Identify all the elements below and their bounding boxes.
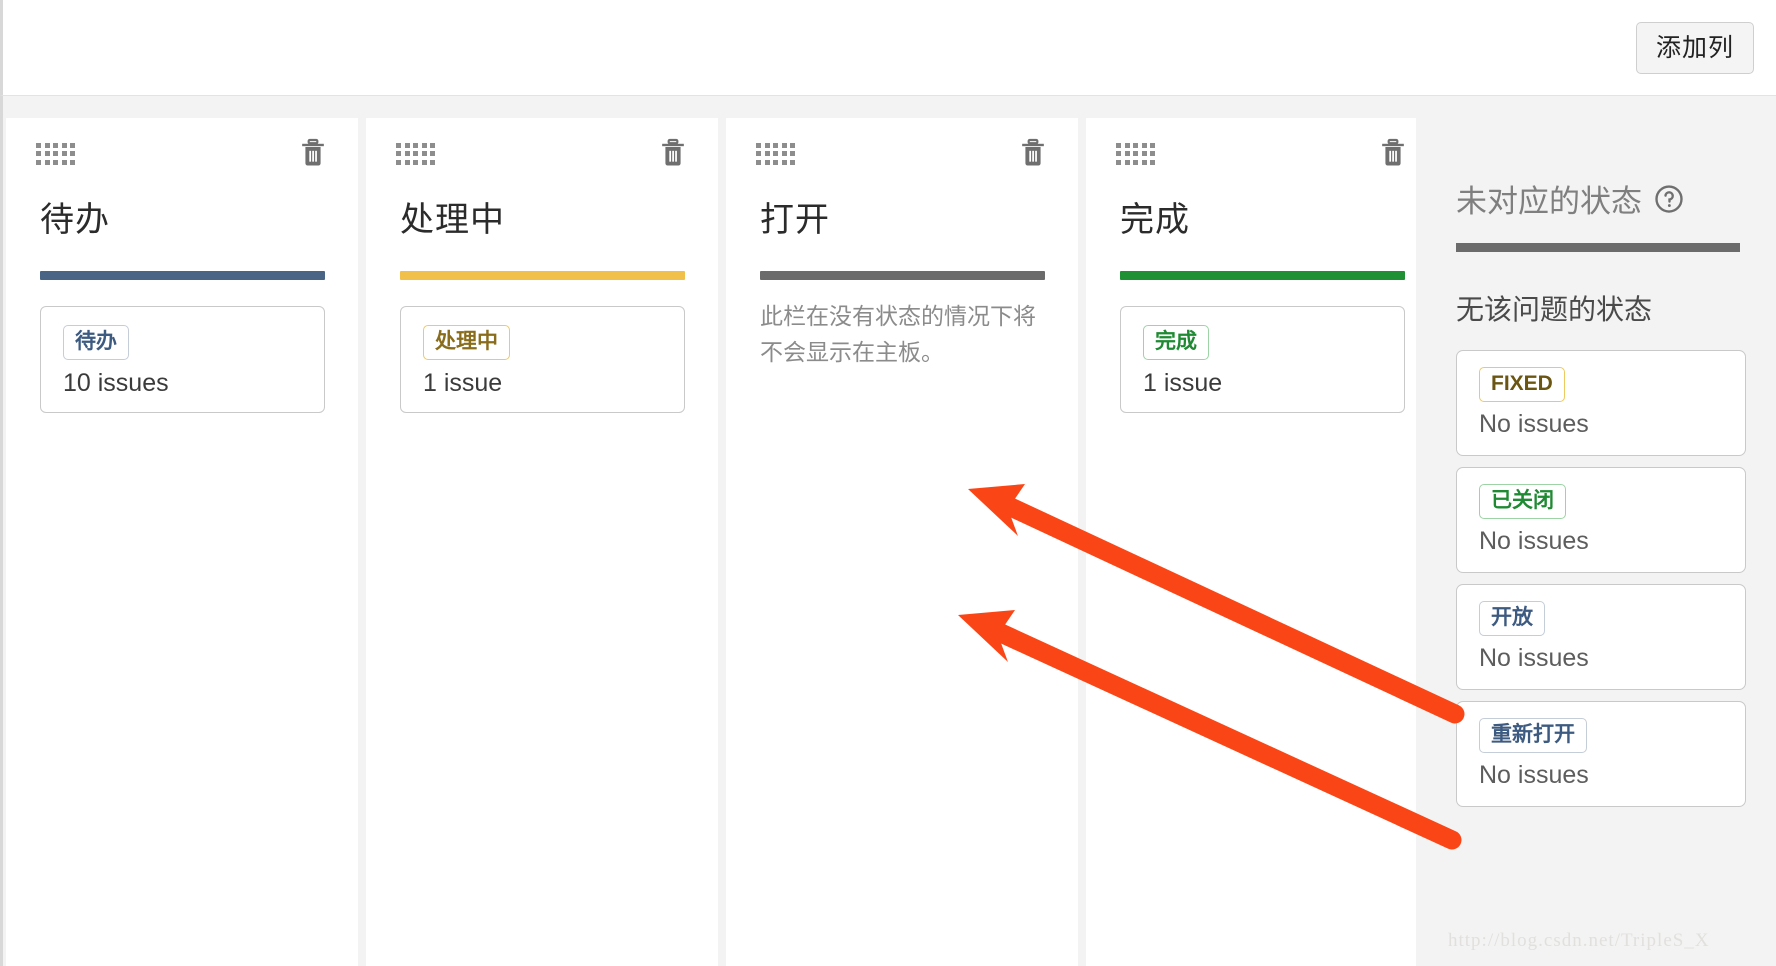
column-title: 完成	[1120, 201, 1190, 239]
issue-count: 10 issues	[63, 369, 169, 398]
unmapped-status-card[interactable]: 重新打开 No issues	[1456, 701, 1746, 807]
issue-count: 1 issue	[423, 369, 503, 398]
status-badge: 处理中	[423, 325, 510, 361]
unmapped-statuses-title: 未对应的状态	[1456, 176, 1776, 221]
board-column-open[interactable]: 打开 此栏在没有状态的情况下将不会显示在主板。	[726, 118, 1078, 966]
unmapped-status-list: FIXED No issues 已关闭 No issues 开放 No issu…	[1456, 350, 1776, 807]
column-title: 打开	[760, 201, 830, 239]
column-title: 待办	[40, 201, 110, 239]
watermark-text: http://blog.csdn.net/TripleS_X	[1448, 930, 1710, 951]
column-title: 处理中	[400, 201, 505, 239]
column-header	[6, 118, 358, 184]
unmapped-statuses-panel: 未对应的状态 无该问题的状态 FIXED No issues 已关闭 No is…	[1416, 96, 1776, 966]
column-header	[366, 118, 718, 184]
status-badge: 重新打开	[1479, 718, 1587, 754]
trash-icon[interactable]	[1380, 138, 1406, 168]
board-column-todo[interactable]: 待办 待办 10 issues	[6, 118, 358, 966]
issue-count: No issues	[1479, 410, 1589, 439]
unmapped-status-card[interactable]: FIXED No issues	[1456, 350, 1746, 456]
add-column-button[interactable]: 添加列	[1636, 22, 1754, 74]
top-toolbar: 添加列	[0, 0, 1776, 96]
column-empty-note: 此栏在没有状态的情况下将不会显示在主板。	[760, 303, 1036, 365]
drag-handle-icon[interactable]	[36, 143, 76, 165]
drag-handle-icon[interactable]	[396, 143, 436, 165]
issue-count: No issues	[1479, 761, 1589, 790]
column-color-bar	[760, 271, 1045, 280]
column-color-bar	[40, 271, 325, 280]
board-column-done[interactable]: 完成 完成 1 issue	[1086, 118, 1438, 966]
column-header	[1086, 118, 1438, 184]
status-badge: 已关闭	[1479, 484, 1566, 520]
column-issue-card[interactable]: 待办 10 issues	[40, 306, 325, 413]
unmapped-color-bar	[1456, 243, 1740, 252]
status-badge: 完成	[1143, 325, 1209, 361]
trash-icon[interactable]	[660, 138, 686, 168]
question-circle-icon[interactable]	[1654, 184, 1684, 214]
column-issue-card[interactable]: 处理中 1 issue	[400, 306, 685, 413]
column-header	[726, 118, 1078, 184]
board-page: 添加列 待办 待办 10 issues 处理中 处理中 1 issue 打开 此…	[0, 0, 1776, 966]
unmapped-statuses-title-text: 未对应的状态	[1456, 184, 1642, 219]
board-column-in-progress[interactable]: 处理中 处理中 1 issue	[366, 118, 718, 966]
unmapped-status-card[interactable]: 开放 No issues	[1456, 584, 1746, 690]
status-badge: FIXED	[1479, 367, 1565, 403]
issue-count: No issues	[1479, 527, 1589, 556]
trash-icon[interactable]	[1020, 138, 1046, 168]
issue-count: No issues	[1479, 644, 1589, 673]
status-badge: 待办	[63, 325, 129, 361]
unmapped-status-card[interactable]: 已关闭 No issues	[1456, 467, 1746, 573]
status-badge: 开放	[1479, 601, 1545, 637]
issue-count: 1 issue	[1143, 369, 1223, 398]
column-color-bar	[1120, 271, 1405, 280]
column-color-bar	[400, 271, 685, 280]
drag-handle-icon[interactable]	[1116, 143, 1156, 165]
column-issue-card[interactable]: 完成 1 issue	[1120, 306, 1405, 413]
unmapped-subtitle: 无该问题的状态	[1456, 294, 1653, 325]
trash-icon[interactable]	[300, 138, 326, 168]
drag-handle-icon[interactable]	[756, 143, 796, 165]
